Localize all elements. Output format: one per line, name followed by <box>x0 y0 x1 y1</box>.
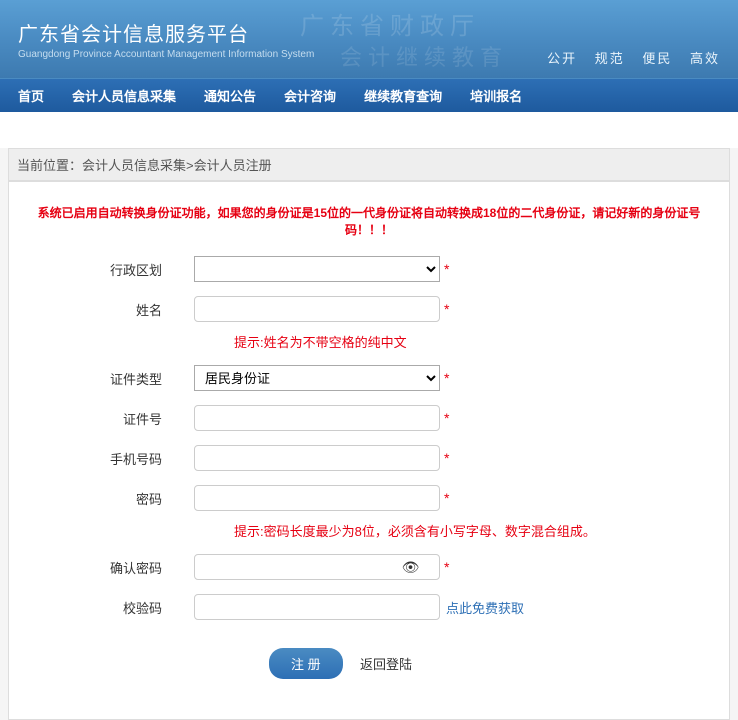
get-captcha-link[interactable]: 点此免费获取 <box>446 598 524 617</box>
eye-icon[interactable]: 👁 <box>402 559 420 576</box>
idtype-label: 证件类型 <box>19 369 194 388</box>
password-input[interactable] <box>194 485 440 511</box>
page-header: 广东省会计信息服务平台 Guangdong Province Accountan… <box>0 0 738 78</box>
name-hint: 提示:姓名为不带空格的纯中文 <box>19 332 719 351</box>
spacer <box>0 112 738 148</box>
nav-home[interactable]: 首页 <box>18 86 44 105</box>
required-marker: * <box>444 559 449 575</box>
idnumber-label: 证件号 <box>19 409 194 428</box>
header-tag: 便民 <box>642 51 672 66</box>
required-marker: * <box>444 490 449 506</box>
breadcrumb-prefix: 当前位置： <box>17 158 82 173</box>
region-label: 行政区划 <box>19 260 194 279</box>
name-label: 姓名 <box>19 300 194 319</box>
password-label: 密码 <box>19 489 194 508</box>
header-tags: 公开 规范 便民 高效 <box>535 48 720 67</box>
id-conversion-warning: 系统已启用自动转换身份证功能，如果您的身份证是15位的一代身份证将自动转换成18… <box>19 182 719 252</box>
idtype-select[interactable]: 居民身份证 <box>194 365 440 391</box>
header-watermark-1: 广东省财政厅 <box>300 6 480 41</box>
phone-input[interactable] <box>194 445 440 471</box>
name-input[interactable] <box>194 296 440 322</box>
register-button[interactable]: 注 册 <box>269 648 343 679</box>
required-marker: * <box>444 261 449 277</box>
region-select[interactable] <box>194 256 440 282</box>
nav-notices[interactable]: 通知公告 <box>204 86 256 105</box>
header-tag: 高效 <box>690 51 720 66</box>
required-marker: * <box>444 370 449 386</box>
nav-training-signup[interactable]: 培训报名 <box>470 86 522 105</box>
nav-consulting[interactable]: 会计咨询 <box>284 86 336 105</box>
required-marker: * <box>444 301 449 317</box>
idnumber-input[interactable] <box>194 405 440 431</box>
main-nav: 首页 会计人员信息采集 通知公告 会计咨询 继续教育查询 培训报名 <box>0 78 738 112</box>
form-actions: 注 册 返回登陆 <box>19 648 719 679</box>
breadcrumb-path: 会计人员信息采集>会计人员注册 <box>82 158 272 173</box>
phone-label: 手机号码 <box>19 449 194 468</box>
header-tag: 规范 <box>595 51 625 66</box>
back-to-login-link[interactable]: 返回登陆 <box>360 657 412 672</box>
captcha-input[interactable] <box>194 594 440 620</box>
header-watermark-2: 会计继续教育 <box>340 40 508 72</box>
password-hint: 提示:密码长度最少为8位，必须含有小写字母、数字混合组成。 <box>19 521 719 540</box>
breadcrumb: 当前位置：会计人员信息采集>会计人员注册 <box>8 148 730 181</box>
nav-info-collection[interactable]: 会计人员信息采集 <box>72 86 176 105</box>
nav-education-query[interactable]: 继续教育查询 <box>364 86 442 105</box>
header-tag: 公开 <box>547 51 577 66</box>
required-marker: * <box>444 410 449 426</box>
confirm-password-label: 确认密码 <box>19 558 194 577</box>
form-area: 系统已启用自动转换身份证功能，如果您的身份证是15位的一代身份证将自动转换成18… <box>8 181 730 720</box>
captcha-label: 校验码 <box>19 598 194 617</box>
required-marker: * <box>444 450 449 466</box>
